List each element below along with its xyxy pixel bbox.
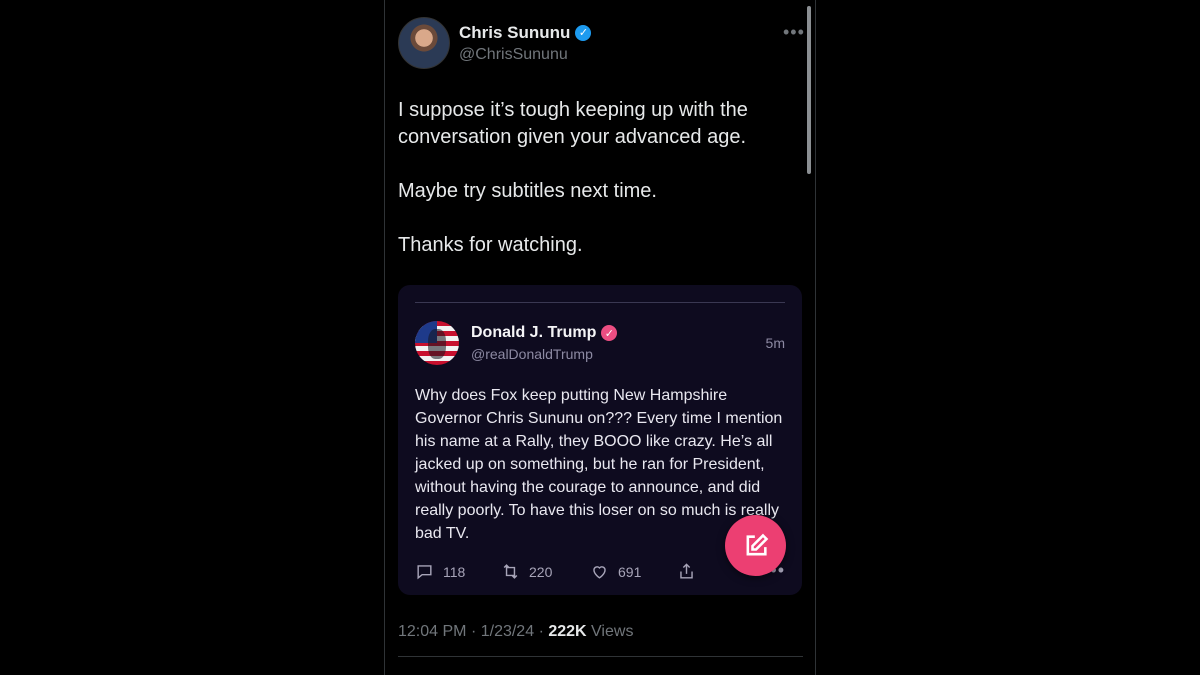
tweet-paragraph: Maybe try subtitles next time.: [398, 180, 657, 202]
tweet-text: I suppose it’s tough keeping up with the…: [398, 97, 798, 286]
share-button[interactable]: [677, 562, 696, 581]
like-count: 691: [618, 563, 642, 580]
compose-icon: [746, 533, 768, 555]
avatar[interactable]: [415, 321, 459, 365]
tweet-paragraph: I suppose it’s tough keeping up with the…: [398, 99, 748, 148]
tweet-time[interactable]: 12:04 PM: [398, 623, 466, 640]
compose-button[interactable]: [725, 515, 786, 576]
divider: [415, 302, 785, 303]
views-label: Views: [591, 623, 634, 640]
name-row: Donald J. Trump ✓: [471, 324, 618, 342]
like-icon: [593, 566, 606, 579]
quoted-author[interactable]: Donald J. Trump ✓ @realDonaldTrump: [415, 321, 618, 365]
separator: ·: [538, 623, 544, 640]
tweet-date[interactable]: 1/23/24: [481, 623, 534, 640]
more-horizontal-icon[interactable]: •••: [783, 22, 805, 43]
handle[interactable]: @ChrisSununu: [459, 46, 591, 64]
reply-icon: [417, 565, 432, 580]
avatar[interactable]: [398, 17, 450, 69]
author-names: Chris Sununu ✓ @ChrisSununu: [459, 23, 592, 64]
tweet-author[interactable]: Chris Sununu ✓ @ChrisSununu: [398, 17, 592, 69]
share-icon: [680, 563, 693, 579]
repost-button[interactable]: 220: [501, 562, 552, 581]
verified-badge-icon: ✓: [601, 325, 618, 341]
tweet-meta: 12:04 PM · 1/23/24 · 222K Views: [398, 623, 633, 641]
scrollbar[interactable]: [807, 6, 811, 174]
quoted-author-names: Donald J. Trump ✓ @realDonaldTrump: [471, 324, 618, 362]
quoted-action-bar: 118 220 691: [415, 562, 787, 584]
verified-badge-icon: ✓: [575, 24, 592, 41]
repost-count: 220: [529, 563, 553, 580]
quoted-display-name[interactable]: Donald J. Trump: [471, 324, 596, 342]
repost-icon: [503, 564, 518, 579]
views-count: 222K: [548, 623, 587, 640]
quoted-timestamp: 5m: [765, 335, 785, 351]
divider: [398, 656, 803, 657]
reply-button[interactable]: 118: [415, 562, 465, 581]
tweet-paragraph: Thanks for watching.: [398, 234, 583, 256]
separator: ·: [470, 623, 477, 640]
reply-count: 118: [443, 563, 466, 580]
quoted-handle[interactable]: @realDonaldTrump: [471, 346, 617, 362]
name-row: Chris Sununu ✓: [459, 23, 592, 43]
like-button[interactable]: 691: [590, 562, 641, 581]
display-name[interactable]: Chris Sununu: [459, 23, 570, 43]
quoted-text: Why does Fox keep putting New Hampshire …: [415, 387, 783, 542]
